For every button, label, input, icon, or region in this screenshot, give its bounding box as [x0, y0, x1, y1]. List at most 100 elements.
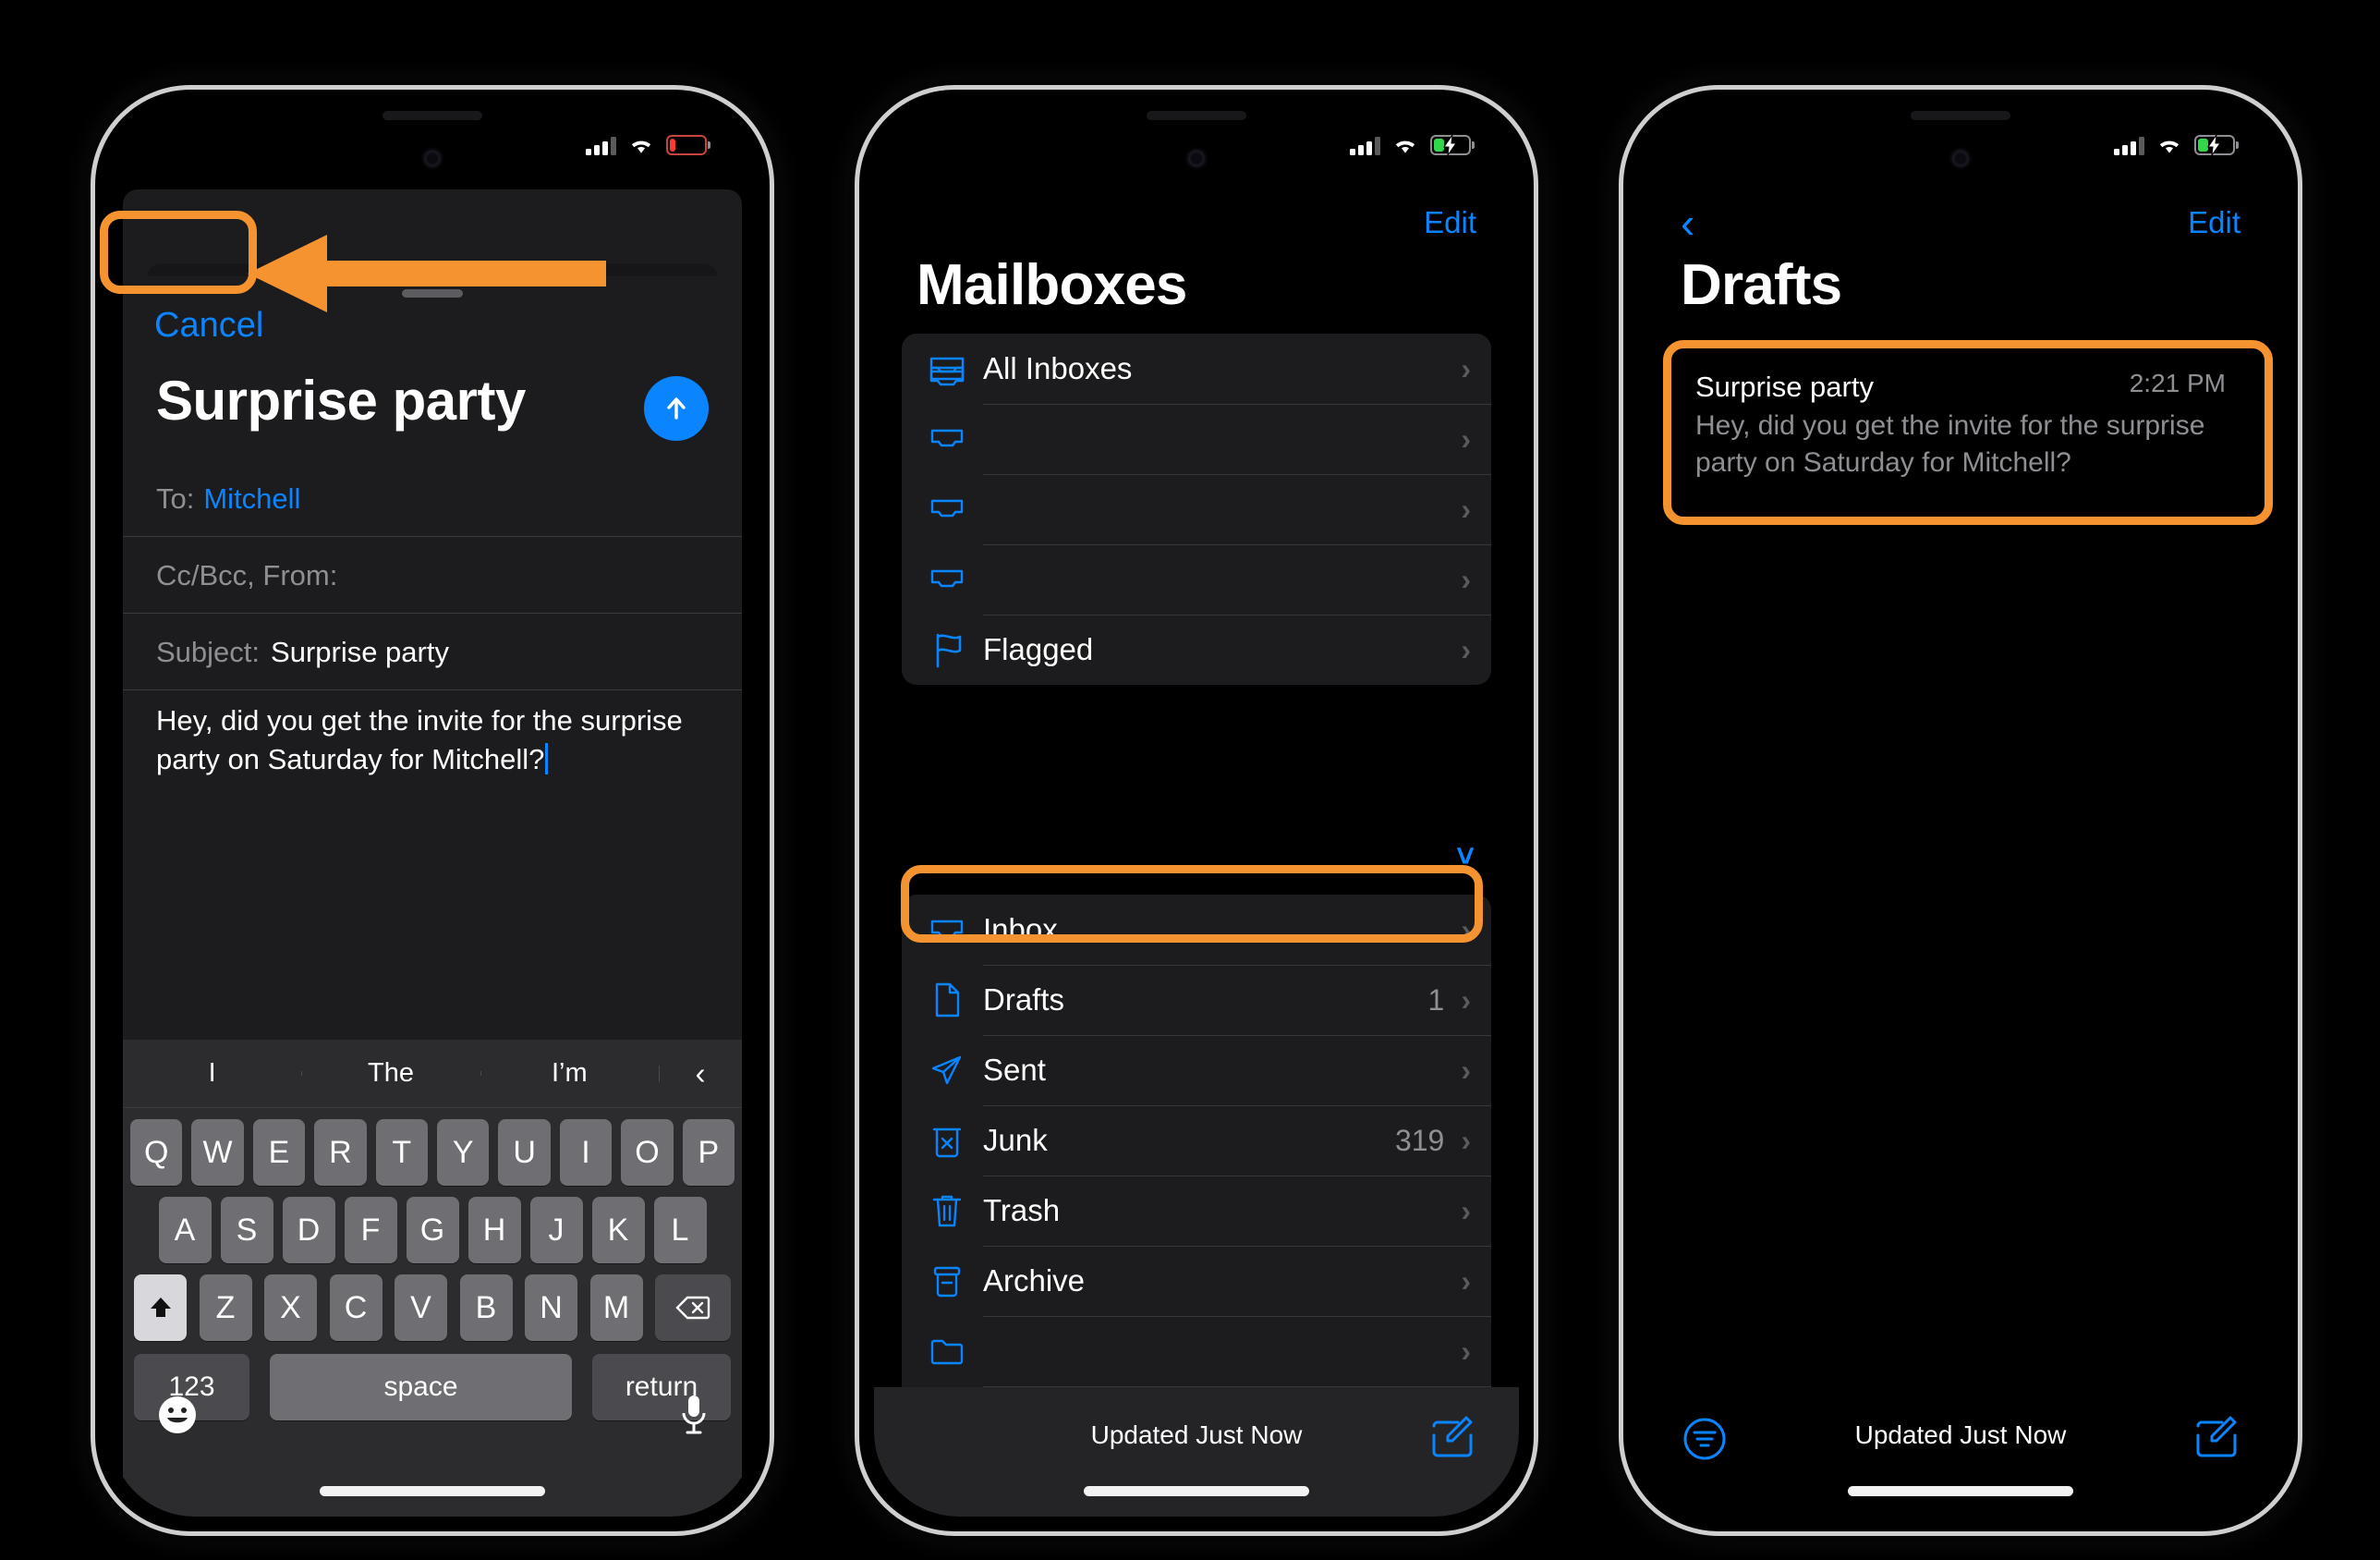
backspace-key[interactable]	[655, 1274, 731, 1341]
shift-key[interactable]	[134, 1274, 187, 1341]
volume-up-button[interactable]	[855, 422, 856, 498]
keyboard-row-3: Z X C V B N M	[123, 1274, 742, 1341]
list-item-trash[interactable]: Trash ›	[902, 1176, 1491, 1246]
key-f[interactable]: F	[344, 1197, 397, 1263]
prediction-2[interactable]: The	[301, 1058, 480, 1089]
front-camera-icon	[424, 151, 441, 166]
list-item-label: Flagged	[983, 632, 1094, 666]
subject-field[interactable]: Subject: Surprise party	[123, 615, 742, 690]
edit-button[interactable]: Edit	[1424, 205, 1476, 240]
subject-value[interactable]: Surprise party	[271, 636, 449, 669]
key-n[interactable]: N	[525, 1274, 577, 1341]
cellular-signal-icon	[586, 136, 616, 155]
navigation-bar: Edit	[874, 193, 1519, 252]
list-item-account-3[interactable]: ›	[902, 544, 1491, 615]
cellular-signal-icon	[1350, 136, 1380, 155]
chevron-right-icon: ›	[1461, 1334, 1471, 1368]
charging-bolt-icon	[2207, 135, 2221, 155]
key-j[interactable]: J	[529, 1197, 583, 1263]
list-item-archive[interactable]: Archive ›	[902, 1246, 1491, 1316]
volume-down-button[interactable]	[1619, 524, 1621, 600]
key-r[interactable]: R	[314, 1119, 367, 1186]
message-body[interactable]: Hey, did you get the invite for the surp…	[156, 701, 709, 779]
power-button[interactable]	[772, 478, 774, 589]
subject-label: Subject:	[156, 635, 261, 668]
key-e[interactable]: E	[252, 1119, 306, 1186]
key-v[interactable]: V	[395, 1274, 447, 1341]
battery-icon-charging	[2194, 135, 2235, 155]
key-o[interactable]: O	[621, 1119, 674, 1186]
key-h[interactable]: H	[468, 1197, 521, 1263]
silent-switch[interactable]	[91, 335, 92, 373]
key-i[interactable]: I	[559, 1119, 613, 1186]
key-q[interactable]: Q	[129, 1119, 183, 1186]
power-button[interactable]	[1536, 478, 1538, 589]
back-button[interactable]: ‹	[1681, 201, 1694, 244]
key-z[interactable]: Z	[199, 1274, 252, 1341]
compose-pencil-icon[interactable]	[1428, 1413, 1476, 1466]
list-item-drafts[interactable]: Drafts 1 ›	[902, 965, 1491, 1035]
keyboard-row-1: Q W E R T Y U I O P	[123, 1119, 742, 1186]
key-s[interactable]: S	[220, 1197, 273, 1263]
home-indicator[interactable]	[1848, 1486, 2073, 1496]
key-x[interactable]: X	[264, 1274, 317, 1341]
volume-up-button[interactable]	[91, 422, 92, 498]
list-item-sent[interactable]: Sent ›	[902, 1035, 1491, 1105]
prediction-3[interactable]: I’m	[480, 1058, 659, 1089]
power-button[interactable]	[2301, 478, 2302, 589]
list-item-junk[interactable]: Junk 319 ›	[902, 1105, 1491, 1176]
list-item-account-1[interactable]: ›	[902, 404, 1491, 474]
draft-message-row[interactable]: 2:21 PM Surprise party Hey, did you get …	[1671, 356, 2250, 502]
to-field[interactable]: To: Mitchell	[123, 461, 742, 537]
battery-icon-charging	[1430, 135, 1471, 155]
ccbcc-field[interactable]: Cc/Bcc, From:	[123, 538, 742, 614]
junk-trash-x-icon	[920, 1122, 974, 1159]
list-item-folder-1[interactable]: ›	[902, 1316, 1491, 1386]
list-item-label: Archive	[983, 1263, 1086, 1298]
chevron-down-icon[interactable]: ˅	[1456, 839, 1475, 875]
key-g[interactable]: G	[406, 1197, 459, 1263]
microphone-icon[interactable]	[677, 1392, 710, 1443]
key-u[interactable]: U	[498, 1119, 551, 1186]
volume-down-button[interactable]	[91, 524, 92, 600]
list-item-inbox[interactable]: Inbox ›	[902, 895, 1491, 965]
key-k[interactable]: K	[591, 1197, 645, 1263]
key-c[interactable]: C	[329, 1274, 382, 1341]
edit-button[interactable]: Edit	[2188, 205, 2240, 240]
on-screen-keyboard: I The I’m ‹ Q W E R T Y U I O P A S D F …	[123, 1040, 742, 1517]
chevron-right-icon: ›	[1461, 1263, 1471, 1298]
keyboard-row-2: A S D F G H J K L	[123, 1197, 742, 1263]
chevron-right-icon: ›	[1461, 912, 1471, 946]
inbox-icon	[920, 494, 974, 525]
key-t[interactable]: T	[375, 1119, 428, 1186]
key-m[interactable]: M	[589, 1274, 643, 1341]
list-item-flagged[interactable]: Flagged ›	[902, 615, 1491, 685]
list-item-account-2[interactable]: ›	[902, 474, 1491, 544]
screen-drafts: ‹ Edit Drafts 2:21 PM Surprise party Hey…	[1638, 104, 2283, 1517]
key-a[interactable]: A	[158, 1197, 212, 1263]
home-indicator[interactable]	[1084, 1486, 1309, 1496]
volume-up-button[interactable]	[1619, 422, 1621, 498]
key-l[interactable]: L	[653, 1197, 707, 1263]
key-y[interactable]: Y	[437, 1119, 490, 1186]
prediction-1[interactable]: I	[123, 1058, 301, 1089]
key-b[interactable]: B	[459, 1274, 513, 1341]
earpiece-speaker	[1147, 111, 1246, 120]
mailbox-group-bottom: Inbox › Drafts 1 › Sent › Junk 319 › Tra…	[902, 895, 1491, 1456]
chevron-right-icon: ›	[1461, 351, 1471, 385]
key-d[interactable]: D	[282, 1197, 335, 1263]
silent-switch[interactable]	[1619, 335, 1621, 373]
volume-down-button[interactable]	[855, 524, 856, 600]
home-indicator[interactable]	[320, 1486, 545, 1496]
compose-pencil-icon[interactable]	[2192, 1413, 2240, 1466]
key-p[interactable]: P	[682, 1119, 735, 1186]
chevron-left-icon[interactable]: ‹	[658, 1056, 742, 1091]
bottom-toolbar: Updated Just Now	[874, 1387, 1519, 1517]
emoji-smiley-icon[interactable]	[154, 1392, 200, 1443]
to-recipient[interactable]: Mitchell	[203, 482, 300, 516]
list-item-all-inboxes[interactable]: All Inboxes ›	[902, 334, 1491, 404]
silent-switch[interactable]	[855, 335, 856, 373]
send-button[interactable]	[644, 376, 709, 441]
key-w[interactable]: W	[191, 1119, 244, 1186]
update-status-text: Updated Just Now	[1090, 1420, 1303, 1449]
